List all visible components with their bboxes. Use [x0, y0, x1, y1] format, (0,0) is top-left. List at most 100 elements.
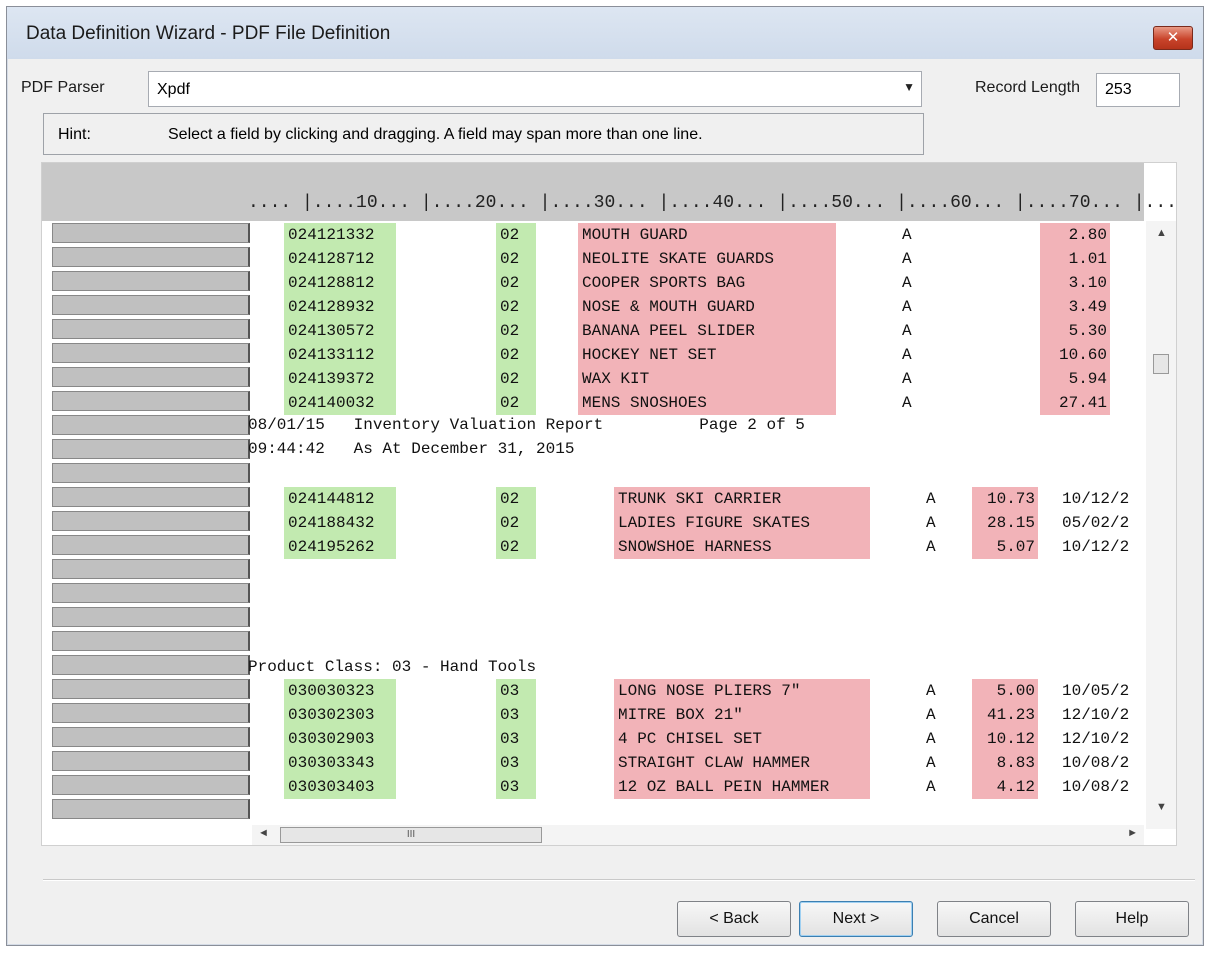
amount-field[interactable]: 4.12 — [972, 775, 1038, 799]
description-field[interactable]: MOUTH GUARD — [578, 223, 836, 247]
chevron-down-icon[interactable]: ▼ — [903, 80, 915, 94]
description-field[interactable]: TRUNK SKI CARRIER — [614, 487, 870, 511]
product-code-field[interactable]: 024144812 — [284, 487, 396, 511]
status-field[interactable]: A — [898, 391, 922, 415]
row-header[interactable] — [52, 799, 250, 819]
amount-field[interactable]: 8.83 — [972, 751, 1038, 775]
horizontal-scrollbar[interactable]: ◄ III ► — [252, 825, 1144, 845]
class-field[interactable]: 02 — [496, 247, 536, 271]
amount-field[interactable]: 10.12 — [972, 727, 1038, 751]
scroll-left-icon[interactable]: ◄ — [258, 827, 269, 839]
status-field[interactable]: A — [922, 727, 946, 751]
product-code-field[interactable]: 024121332 — [284, 223, 396, 247]
description-field[interactable]: COOPER SPORTS BAG — [578, 271, 836, 295]
row-header[interactable] — [52, 559, 250, 579]
product-code-field[interactable]: 024130572 — [284, 319, 396, 343]
class-field[interactable]: 03 — [496, 703, 536, 727]
pdf-parser-select[interactable]: Xpdf ▼ — [148, 71, 922, 107]
next-button[interactable]: Next > — [799, 901, 913, 937]
product-code-field[interactable]: 024140032 — [284, 391, 396, 415]
row-header[interactable] — [52, 703, 250, 723]
amount-field[interactable]: 41.23 — [972, 703, 1038, 727]
amount-field[interactable]: 10.60 — [1040, 343, 1110, 367]
amount-field[interactable]: 3.49 — [1040, 295, 1110, 319]
row-header[interactable] — [52, 535, 250, 555]
class-field[interactable]: 02 — [496, 223, 536, 247]
class-field[interactable]: 03 — [496, 751, 536, 775]
product-code-field[interactable]: 024195262 — [284, 535, 396, 559]
product-code-field[interactable]: 024139372 — [284, 367, 396, 391]
description-field[interactable]: HOCKEY NET SET — [578, 343, 836, 367]
status-field[interactable]: A — [922, 679, 946, 703]
record-length-input[interactable]: 253 — [1096, 73, 1180, 107]
date-field[interactable]: 10/08/2 — [1058, 775, 1144, 799]
status-field[interactable]: A — [898, 343, 922, 367]
product-code-field[interactable]: 030302903 — [284, 727, 396, 751]
amount-field[interactable]: 5.94 — [1040, 367, 1110, 391]
row-header[interactable] — [52, 487, 250, 507]
row-header[interactable] — [52, 223, 250, 243]
row-header[interactable] — [52, 775, 250, 795]
description-field[interactable]: WAX KIT — [578, 367, 836, 391]
column-ruler[interactable]: .... |....10... |....20... |....30... |.… — [42, 163, 1176, 221]
class-field[interactable]: 02 — [496, 511, 536, 535]
amount-field[interactable]: 1.01 — [1040, 247, 1110, 271]
row-header[interactable] — [52, 751, 250, 771]
product-code-field[interactable]: 030303343 — [284, 751, 396, 775]
scroll-right-icon[interactable]: ► — [1127, 827, 1138, 839]
product-code-field[interactable]: 024128932 — [284, 295, 396, 319]
class-field[interactable]: 02 — [496, 535, 536, 559]
description-field[interactable]: LADIES FIGURE SKATES — [614, 511, 870, 535]
vertical-scroll-thumb[interactable] — [1153, 354, 1169, 374]
cancel-button[interactable]: Cancel — [937, 901, 1051, 937]
row-header[interactable] — [52, 367, 250, 387]
product-code-field[interactable]: 024128712 — [284, 247, 396, 271]
status-field[interactable]: A — [898, 247, 922, 271]
status-field[interactable]: A — [898, 223, 922, 247]
product-code-field[interactable]: 030302303 — [284, 703, 396, 727]
product-code-field[interactable]: 030030323 — [284, 679, 396, 703]
row-header[interactable] — [52, 607, 250, 627]
vertical-scrollbar[interactable]: ▲ ▼ — [1146, 221, 1176, 829]
amount-field[interactable]: 5.30 — [1040, 319, 1110, 343]
class-field[interactable]: 03 — [496, 775, 536, 799]
class-field[interactable]: 02 — [496, 319, 536, 343]
description-field[interactable]: MITRE BOX 21" — [614, 703, 870, 727]
product-code-field[interactable]: 024128812 — [284, 271, 396, 295]
row-header[interactable] — [52, 511, 250, 531]
status-field[interactable]: A — [922, 487, 946, 511]
row-header[interactable] — [52, 463, 250, 483]
date-field[interactable]: 10/05/2 — [1058, 679, 1144, 703]
status-field[interactable]: A — [922, 535, 946, 559]
row-header[interactable] — [52, 583, 250, 603]
amount-field[interactable]: 10.73 — [972, 487, 1038, 511]
status-field[interactable]: A — [898, 295, 922, 319]
date-field[interactable]: 12/10/2 — [1058, 727, 1144, 751]
date-field[interactable]: 10/08/2 — [1058, 751, 1144, 775]
description-field[interactable]: SNOWSHOE HARNESS — [614, 535, 870, 559]
date-field[interactable]: 05/02/2 — [1058, 511, 1144, 535]
row-header[interactable] — [52, 391, 250, 411]
amount-field[interactable]: 2.80 — [1040, 223, 1110, 247]
description-field[interactable]: NOSE & MOUTH GUARD — [578, 295, 836, 319]
date-field[interactable]: 10/12/2 — [1058, 535, 1144, 559]
amount-field[interactable]: 28.15 — [972, 511, 1038, 535]
date-field[interactable]: 10/12/2 — [1058, 487, 1144, 511]
status-field[interactable]: A — [898, 271, 922, 295]
class-field[interactable]: 02 — [496, 271, 536, 295]
scroll-down-icon[interactable]: ▼ — [1156, 801, 1167, 813]
status-field[interactable]: A — [922, 703, 946, 727]
class-field[interactable]: 03 — [496, 679, 536, 703]
help-button[interactable]: Help — [1075, 901, 1189, 937]
class-field[interactable]: 02 — [496, 343, 536, 367]
description-field[interactable]: 12 OZ BALL PEIN HAMMER — [614, 775, 870, 799]
status-field[interactable]: A — [922, 511, 946, 535]
row-header[interactable] — [52, 319, 250, 339]
horizontal-scroll-thumb[interactable]: III — [280, 827, 542, 843]
status-field[interactable]: A — [898, 367, 922, 391]
row-header[interactable] — [52, 295, 250, 315]
description-field[interactable]: STRAIGHT CLAW HAMMER — [614, 751, 870, 775]
row-header[interactable] — [52, 247, 250, 267]
amount-field[interactable]: 3.10 — [1040, 271, 1110, 295]
description-field[interactable]: MENS SNOSHOES — [578, 391, 836, 415]
